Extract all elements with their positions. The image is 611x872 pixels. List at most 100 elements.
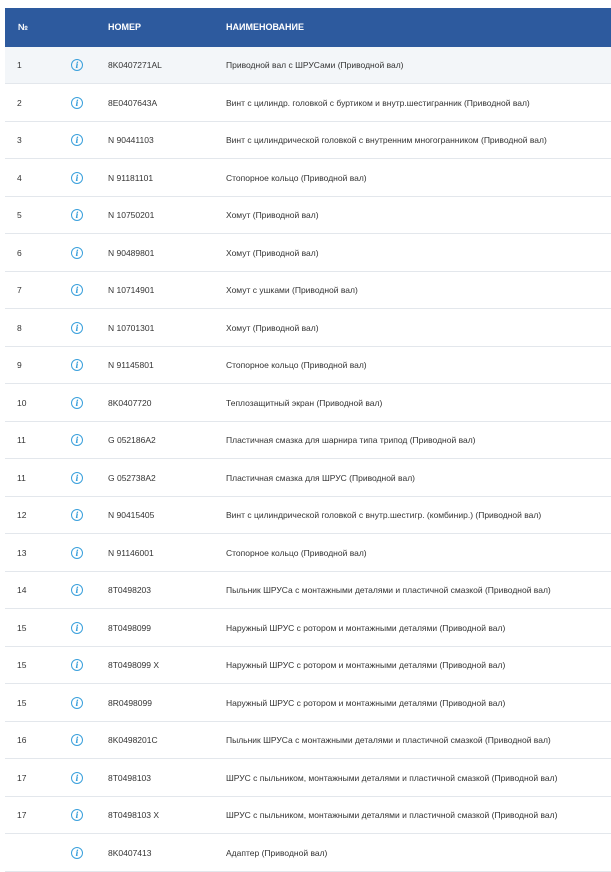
row-no: 10 (17, 397, 27, 408)
row-part-number[interactable]: 8E0407643A (108, 85, 157, 122)
table-row[interactable]: 15 i 8T0498099 Наружный ШРУС с ротором и мо… (5, 610, 611, 647)
parts-table: № НОМЕР НАИМЕНОВАНИЕ 1 i 8K0407271AL Привод… (0, 0, 611, 872)
table-row[interactable]: i 8K0407413 Адаптер (Приводной вал) (5, 835, 611, 872)
info-icon[interactable]: i (71, 359, 83, 371)
info-icon[interactable]: i (71, 734, 83, 746)
table-row[interactable]: 11 i G 052186A2 Пластичная смазка для шарни… (5, 422, 611, 459)
table-row[interactable]: 16 i 8K0498201C Пыльник ШРУСа с монтажными … (5, 722, 611, 759)
row-part-number[interactable]: N 91145801 (108, 347, 154, 384)
info-icon[interactable]: i (71, 809, 83, 821)
row-part-name: Адаптер (Приводной вал) (226, 847, 328, 858)
row-part-name: Пыльник ШРУСа с монтажными деталями и пл… (226, 585, 551, 595)
row-part-name: Наружный ШРУС с ротором и монтажными дет… (226, 660, 506, 670)
table-row[interactable]: 10 i 8K0407720 Теплозащитный экран (Приводн… (5, 385, 611, 422)
row-part-number[interactable]: N 10701301 (108, 310, 154, 347)
row-part-name: Теплозащитный экран (Приводной вал) (226, 397, 383, 408)
row-no: 6 (17, 247, 22, 258)
row-part-name: Стопорное кольцо (Приводной вал) (226, 547, 367, 558)
table-row[interactable]: 8 i N 10701301 Хомут (Приводной вал) (5, 310, 611, 347)
info-icon[interactable]: i (71, 209, 83, 221)
info-icon[interactable]: i (71, 696, 83, 709)
table-row[interactable]: 15 i 8T0498099 X Наружный ШРУС с ротором и … (5, 647, 611, 684)
table-row[interactable]: 6 i N 90489801 Хомут (Приводной вал) (5, 235, 611, 272)
table-row[interactable]: 2 i 8E0407643A Винт с цилиндр. головкой с б… (5, 85, 611, 122)
table-row[interactable]: 17 i 8T0498103 X ШРУС с пыльником, монтажны… (5, 797, 611, 834)
row-no: 17 (17, 772, 27, 783)
row-no: 4 (17, 172, 22, 183)
row-no: 12 (17, 510, 27, 520)
table-row[interactable]: 9 i N 91145801 Стопорное кольцо (Приводной … (5, 347, 611, 384)
row-part-number[interactable]: N 90489801 (108, 235, 154, 272)
row-no: 3 (17, 135, 22, 145)
row-no: 2 (17, 97, 22, 108)
info-icon[interactable]: i (71, 846, 83, 859)
row-no: 1 (17, 60, 22, 70)
info-icon[interactable]: i (71, 284, 83, 296)
row-no: 8 (17, 322, 22, 333)
row-part-name: Приводной вал с ШРУСами (Приводной вал) (226, 60, 404, 70)
row-part-number[interactable]: 8T0498099 (108, 610, 151, 647)
row-part-number[interactable]: 8T0498103 (108, 760, 151, 797)
table-row[interactable]: 14 i 8T0498203 Пыльник ШРУСа с монтажными д… (5, 572, 611, 609)
row-part-name: Пластичная смазка для шарнира типа трипо… (226, 435, 476, 445)
row-part-number[interactable]: 8T0498103 X (108, 797, 159, 834)
info-icon[interactable]: i (71, 546, 83, 559)
info-icon[interactable]: i (71, 171, 83, 184)
header-name[interactable]: НАИМЕНОВАНИЕ (226, 8, 304, 47)
row-no: 11 (17, 472, 26, 483)
table-row[interactable]: 11 i G 052738A2 Пластичная смазка для ШРУС … (5, 460, 611, 497)
row-part-number[interactable]: N 91181101 (108, 160, 153, 197)
table-row[interactable]: 17 i 8T0498103 ШРУС с пыльником, монтажными… (5, 760, 611, 797)
row-part-number[interactable]: N 10714901 (108, 272, 154, 309)
table-row[interactable]: 3 i N 90441103 Винт с цилиндрической головк… (5, 122, 611, 159)
table-row[interactable]: 4 i N 91181101 Стопорное кольцо (Приводной … (5, 160, 611, 197)
table-row[interactable]: 12 i N 90415405 Винт с цилиндрической голов… (5, 497, 611, 534)
row-no: 13 (17, 547, 27, 558)
row-part-number[interactable]: 8T0498203 (108, 572, 151, 609)
row-part-number[interactable]: N 90415405 (108, 497, 154, 534)
row-part-number[interactable]: 8T0498099 X (108, 647, 159, 684)
info-icon[interactable]: i (71, 246, 83, 259)
row-part-number[interactable]: G 052738A2 (108, 460, 156, 497)
row-part-number[interactable]: 8K0407720 (108, 385, 152, 422)
header-no[interactable]: № (18, 8, 28, 47)
row-part-number[interactable]: G 052186A2 (108, 422, 156, 459)
table-row[interactable]: 1 i 8K0407271AL Приводной вал с ШРУСами (Пр… (5, 47, 611, 84)
row-no: 11 (17, 435, 26, 445)
info-icon[interactable]: i (71, 321, 83, 334)
info-icon[interactable]: i (71, 59, 83, 71)
row-part-name: Хомут (Приводной вал) (226, 210, 319, 220)
info-icon[interactable]: i (71, 434, 83, 446)
table-row[interactable]: 13 i N 91146001 Стопорное кольцо (Приводной… (5, 535, 611, 572)
row-part-number[interactable]: N 10750201 (108, 197, 154, 234)
info-icon[interactable]: i (71, 396, 83, 409)
info-icon[interactable]: i (71, 96, 83, 109)
row-no: 14 (17, 585, 27, 595)
row-part-number[interactable]: 8K0407413 (108, 835, 152, 872)
row-part-number[interactable]: N 91146001 (108, 535, 154, 572)
row-part-number[interactable]: 8K0407271AL (108, 47, 162, 84)
row-part-name: Винт с цилиндрической головкой с внутр.ш… (226, 510, 542, 520)
row-part-name: Хомут (Приводной вал) (226, 247, 319, 258)
row-part-name: Хомут (Приводной вал) (226, 322, 319, 333)
table-row[interactable]: 7 i N 10714901 Хомут с ушками (Приводной ва… (5, 272, 611, 309)
info-icon[interactable]: i (71, 771, 83, 784)
info-icon[interactable]: i (71, 584, 83, 596)
row-part-number[interactable]: 8K0498201C (108, 722, 158, 759)
table-row[interactable]: 15 i 8R0498099 Наружный ШРУС с ротором и мо… (5, 685, 611, 722)
row-part-name: Хомут с ушками (Приводной вал) (226, 285, 358, 295)
row-part-number[interactable]: 8R0498099 (108, 685, 152, 722)
header-number[interactable]: НОМЕР (108, 8, 141, 47)
info-icon[interactable]: i (71, 659, 83, 671)
row-no: 15 (17, 660, 27, 670)
info-icon[interactable]: i (71, 621, 83, 634)
info-icon[interactable]: i (71, 509, 83, 521)
row-no: 15 (17, 622, 27, 633)
row-part-number[interactable]: N 90441103 (108, 122, 154, 159)
info-icon[interactable]: i (71, 471, 83, 484)
info-icon[interactable]: i (71, 134, 83, 146)
row-part-name: Стопорное кольцо (Приводной вал) (226, 360, 367, 370)
row-no: 16 (17, 735, 27, 745)
table-row[interactable]: 5 i N 10750201 Хомут (Приводной вал) (5, 197, 611, 234)
table-header: № НОМЕР НАИМЕНОВАНИЕ (5, 8, 611, 47)
